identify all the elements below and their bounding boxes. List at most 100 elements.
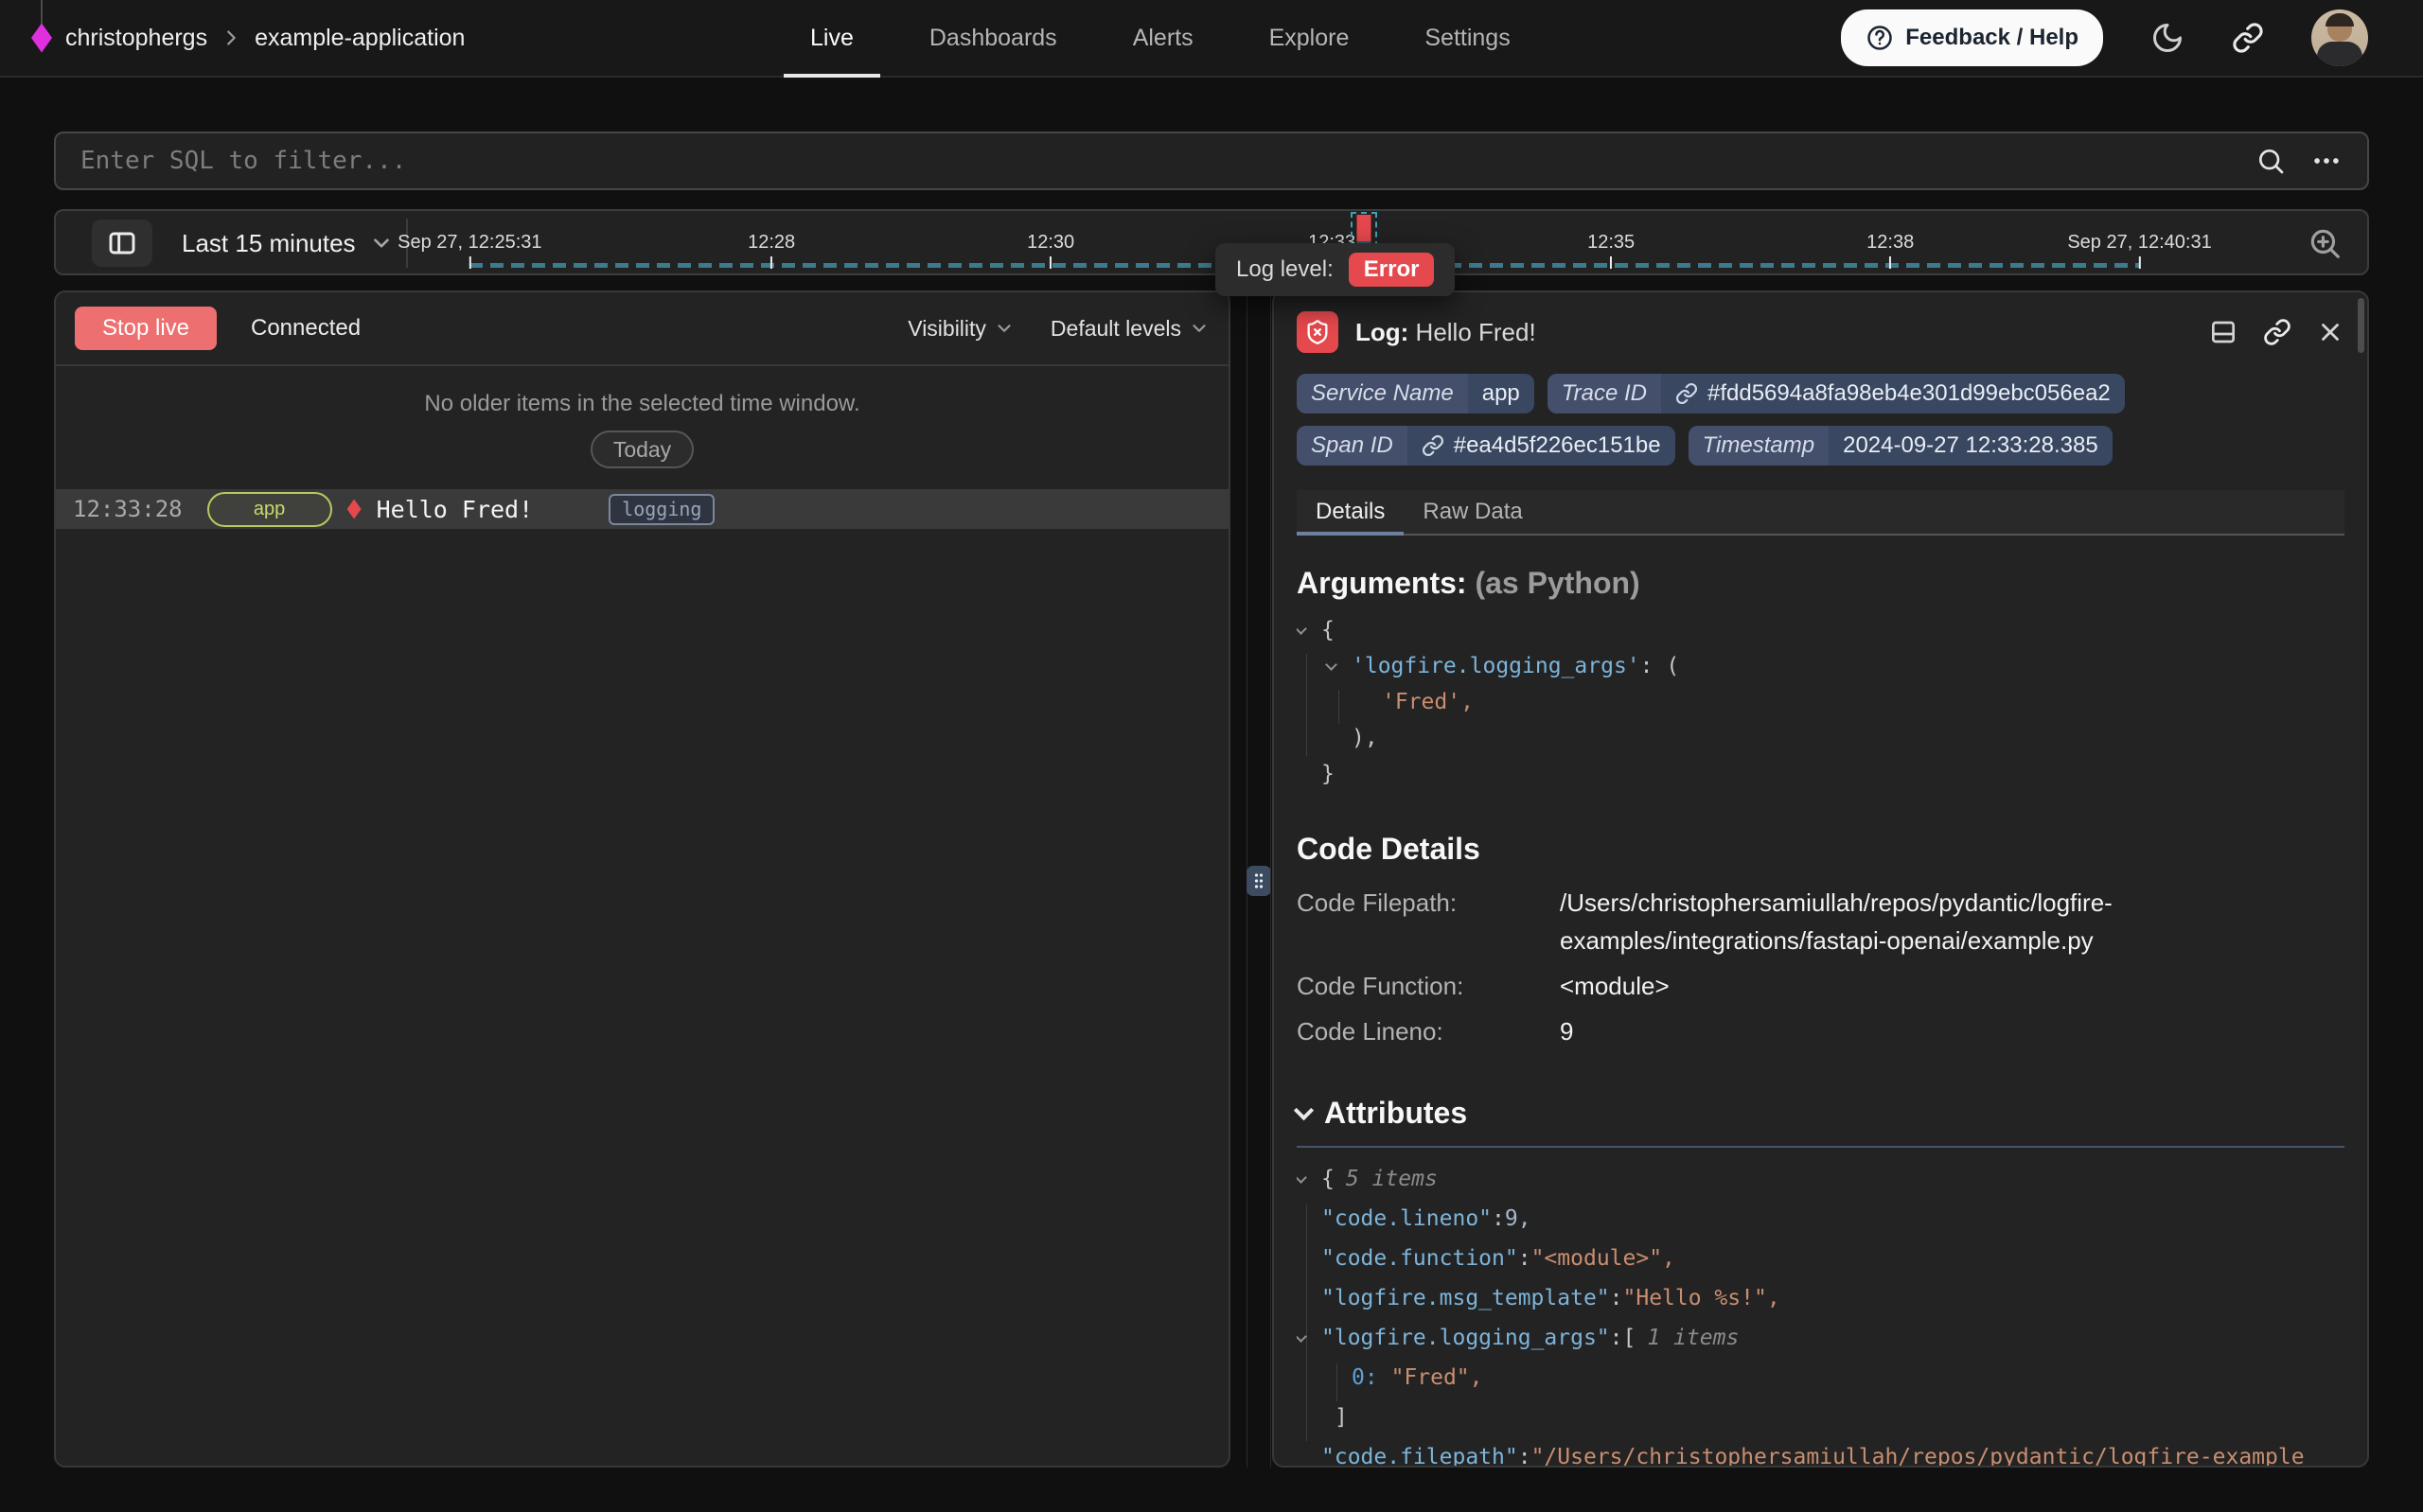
code-lineno-row: Code Lineno: 9 xyxy=(1297,1012,2344,1050)
resize-handle[interactable] xyxy=(1247,866,1271,896)
nav-tabs: Live Dashboards Alerts Explore Settings xyxy=(784,0,1537,76)
code-function-value: <module> xyxy=(1560,967,1670,1005)
code-filepath-row: Code Filepath: /Users/christophersamiull… xyxy=(1297,884,2344,959)
code-lineno-value: 9 xyxy=(1560,1012,1573,1050)
link-icon xyxy=(1675,382,1698,405)
panel-resize-gutter[interactable] xyxy=(1246,290,1272,1468)
close-panel-icon[interactable] xyxy=(2316,318,2344,346)
more-options-icon[interactable] xyxy=(2310,145,2343,177)
avatar-body xyxy=(2317,42,2362,66)
top-nav: christophergs example-application Live D… xyxy=(0,0,2423,78)
arguments-heading: Arguments: (as Python) xyxy=(1297,566,2344,601)
badge-label: Trace ID xyxy=(1548,374,1661,413)
collapse-toggle-icon[interactable] xyxy=(1297,1171,1307,1184)
timeline-tick: 12:30 xyxy=(1027,232,1074,269)
service-chip[interactable]: app xyxy=(207,492,332,527)
share-link-icon[interactable] xyxy=(2232,22,2264,54)
zoom-in-icon xyxy=(2307,225,2343,261)
connection-status: Connected xyxy=(251,315,361,342)
code-filepath-value: /Users/christophersamiullah/repos/pydant… xyxy=(1560,884,2203,959)
collapse-toggle-icon[interactable] xyxy=(1325,659,1337,671)
detail-title: Log: Hello Fred! xyxy=(1355,318,1536,347)
badge-label: Service Name xyxy=(1297,374,1468,413)
chevron-down-icon xyxy=(1294,1100,1314,1120)
log-detail-panel: Log: Hello Fred! Service Name app Trace … xyxy=(1272,290,2369,1468)
stop-live-button[interactable]: Stop live xyxy=(75,307,217,350)
badge-value: 2024-09-27 12:33:28.385 xyxy=(1829,426,2113,466)
grip-dots-icon xyxy=(1253,871,1265,890)
arguments-code-block: { 'logfire.logging_args': ( 'Fred', ), } xyxy=(1297,612,2344,792)
breadcrumb-separator-icon xyxy=(221,27,241,48)
breadcrumb: christophergs example-application xyxy=(31,0,465,76)
copy-link-icon[interactable] xyxy=(2263,318,2291,346)
attributes-code-block: {5 items "code.lineno": 9, "code.functio… xyxy=(1297,1159,2344,1468)
sql-filter-input[interactable] xyxy=(56,133,2255,188)
timeline-tick: 12:28 xyxy=(748,232,795,269)
log-list: No older items in the selected time wind… xyxy=(56,391,1229,529)
tab-details[interactable]: Details xyxy=(1297,490,1404,534)
user-avatar[interactable] xyxy=(2311,9,2368,66)
live-panel-header: Stop live Connected Visibility Default l… xyxy=(56,292,1229,366)
detail-scrollbar[interactable] xyxy=(2358,298,2364,353)
sql-filter-bar xyxy=(54,132,2369,190)
search-icon[interactable] xyxy=(2255,146,2286,176)
log-row[interactable]: 12:33:28 app Hello Fred! logging xyxy=(56,489,1229,529)
panel-left-icon xyxy=(107,228,137,258)
feedback-help-button[interactable]: Feedback / Help xyxy=(1841,9,2103,66)
time-range-label: Last 15 minutes xyxy=(182,229,356,258)
sidebar-toggle-button[interactable] xyxy=(92,220,152,267)
detail-header: Log: Hello Fred! xyxy=(1297,311,2344,353)
pydantic-logo-icon[interactable] xyxy=(31,24,52,53)
error-shield-icon xyxy=(1297,311,1338,353)
nav-right-cluster: Feedback / Help xyxy=(1841,0,2368,76)
default-levels-dropdown[interactable]: Default levels xyxy=(1051,316,1210,342)
error-level-icon xyxy=(347,500,362,519)
timeline-tick: 12:38 xyxy=(1866,232,1914,269)
link-icon xyxy=(1422,434,1444,457)
timeline-tick: Sep 27, 12:25:31 xyxy=(398,232,541,269)
badge-value: #ea4d5f226ec151be xyxy=(1454,432,1661,459)
detail-header-actions xyxy=(2208,317,2344,347)
default-levels-label: Default levels xyxy=(1051,316,1181,342)
badge-label: Timestamp xyxy=(1689,426,1829,466)
badge-label: Span ID xyxy=(1297,426,1407,466)
zoom-in-button[interactable] xyxy=(2307,222,2350,264)
theme-toggle-moon-icon[interactable] xyxy=(2150,21,2184,55)
log-time: 12:33:28 xyxy=(73,496,183,522)
chevron-down-icon xyxy=(994,318,1015,339)
live-view-panel: Stop live Connected Visibility Default l… xyxy=(54,290,1230,1468)
code-details-rows: Code Filepath: /Users/christophersamiull… xyxy=(1297,884,2344,1050)
today-button[interactable]: Today xyxy=(591,431,694,468)
nav-tab-live[interactable]: Live xyxy=(784,0,880,76)
log-level-tooltip: Log level: Error xyxy=(1215,243,1455,296)
scope-chip[interactable]: logging xyxy=(609,494,715,525)
time-range-dropdown[interactable]: Last 15 minutes xyxy=(182,211,394,275)
feedback-help-label: Feedback / Help xyxy=(1905,25,2078,51)
timestamp-badge[interactable]: Timestamp 2024-09-27 12:33:28.385 xyxy=(1689,426,2113,466)
layout-toggle-icon[interactable] xyxy=(2208,317,2238,347)
attributes-heading[interactable]: Attributes xyxy=(1297,1096,2344,1131)
error-level-badge: Error xyxy=(1349,253,1435,287)
badge-value: app xyxy=(1468,374,1534,413)
collapse-toggle-icon[interactable] xyxy=(1297,623,1307,635)
attributes-divider xyxy=(1297,1146,2344,1148)
help-circle-icon xyxy=(1866,24,1894,52)
avatar-hair xyxy=(2326,13,2354,26)
badge-value: #fdd5694a8fa98eb4e301d99ebc056ea2 xyxy=(1707,380,2111,407)
nav-tab-explore[interactable]: Explore xyxy=(1243,0,1376,76)
breadcrumb-project[interactable]: example-application xyxy=(255,25,465,52)
detail-title-text: Hello Fred! xyxy=(1416,318,1536,346)
nav-tab-dashboards[interactable]: Dashboards xyxy=(903,0,1084,76)
timeline-tick: Sep 27, 12:40:31 xyxy=(2067,232,2211,269)
nav-tab-settings[interactable]: Settings xyxy=(1398,0,1536,76)
log-message: Hello Fred! xyxy=(377,496,534,523)
detail-kind: Log: xyxy=(1355,318,1408,346)
trace-id-badge[interactable]: Trace ID #fdd5694a8fa98eb4e301d99ebc056e… xyxy=(1548,374,2125,413)
breadcrumb-org[interactable]: christophergs xyxy=(65,25,207,52)
visibility-dropdown[interactable]: Visibility xyxy=(908,316,1015,342)
tab-raw-data[interactable]: Raw Data xyxy=(1404,490,1541,534)
tooltip-label: Log level: xyxy=(1236,256,1334,283)
service-name-badge[interactable]: Service Name app xyxy=(1297,374,1534,413)
nav-tab-alerts[interactable]: Alerts xyxy=(1106,0,1220,76)
span-id-badge[interactable]: Span ID #ea4d5f226ec151be xyxy=(1297,426,1675,466)
